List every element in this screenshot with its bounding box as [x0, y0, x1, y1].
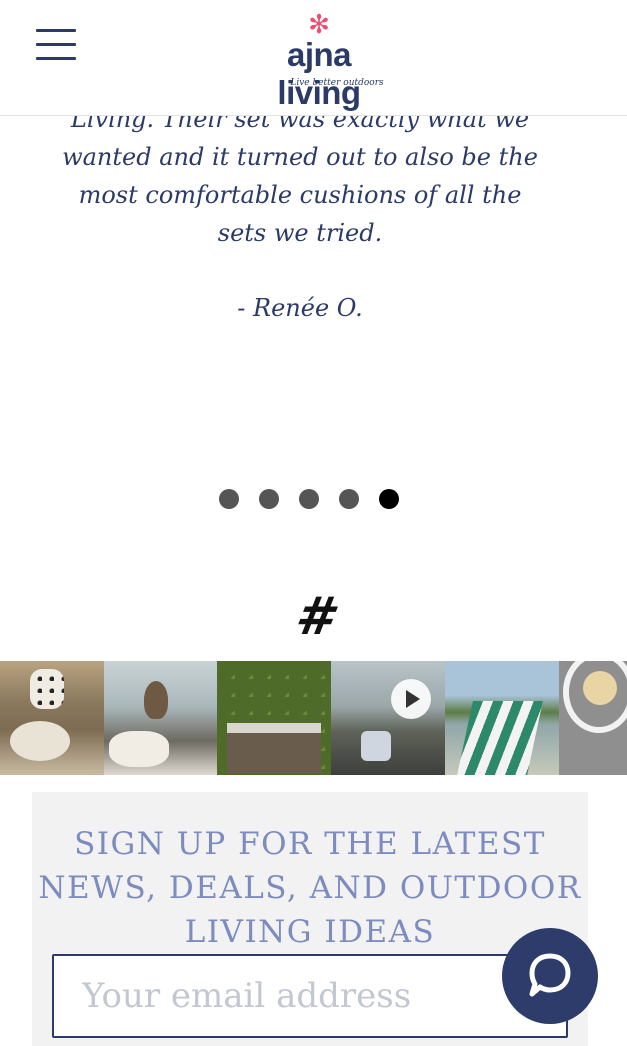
flower-icon: ✻ [308, 10, 330, 40]
menu-line-icon [36, 29, 76, 32]
chat-bubble-icon [529, 953, 571, 997]
instagram-photo-tile[interactable] [559, 661, 627, 775]
carousel-dot[interactable] [259, 489, 279, 509]
instagram-photo-tile[interactable] [104, 661, 217, 775]
instagram-photo-tile[interactable] [445, 661, 559, 775]
carousel-dot[interactable] [219, 489, 239, 509]
testimonial-author: - Renée O. [237, 294, 363, 322]
signup-title: SIGN UP FOR THE LATEST NEWS, DEALS, AND … [38, 826, 582, 950]
testimonial-quote: Living. Their set was exactly what we wa… [62, 105, 538, 247]
newsletter-signup: SIGN UP FOR THE LATEST NEWS, DEALS, AND … [32, 792, 588, 1046]
carousel-dot-active[interactable] [379, 489, 399, 509]
hamburger-menu-button[interactable] [36, 29, 76, 61]
menu-line-icon [36, 57, 76, 60]
chat-button[interactable] [502, 928, 598, 1024]
instagram-video-tile[interactable] [331, 661, 445, 775]
site-header: ✻ ajna living Live better outdoors [0, 0, 627, 116]
ajna-living-logo[interactable]: ✻ ajna living Live better outdoors [252, 10, 386, 111]
instagram-photo-tile[interactable] [0, 661, 104, 775]
testimonial: Living. Their set was exactly what we wa… [60, 100, 540, 322]
ajnamoment-hashtag: # ajnamoment [134, 587, 489, 717]
carousel-dots [219, 489, 399, 509]
play-icon [391, 679, 431, 719]
carousel-dot[interactable] [339, 489, 359, 509]
carousel-dot[interactable] [299, 489, 319, 509]
instagram-strip [0, 661, 627, 775]
menu-line-icon [36, 43, 76, 46]
email-input[interactable] [52, 954, 568, 1038]
logo-tagline: Live better outdoors [290, 78, 384, 88]
logo-wordmark: ajna living [277, 36, 361, 111]
instagram-photo-tile[interactable] [217, 661, 331, 775]
